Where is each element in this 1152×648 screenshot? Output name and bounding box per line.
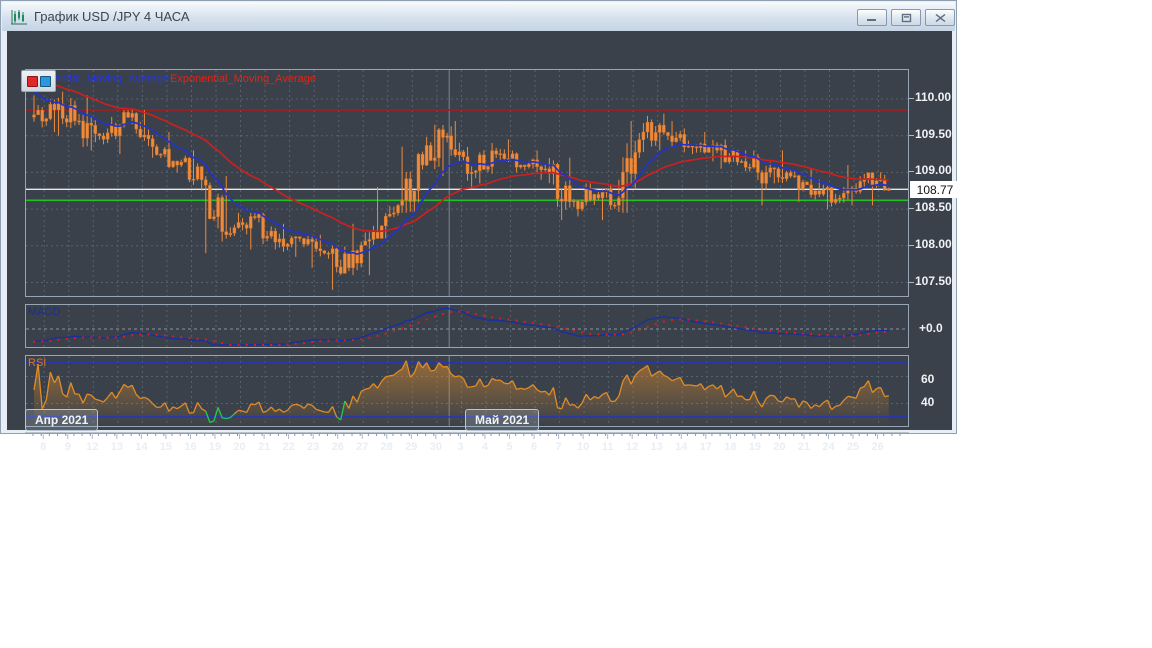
- date-label: 23: [307, 441, 320, 453]
- macd-signal-dots: [33, 310, 886, 346]
- date-label: 18: [724, 441, 737, 453]
- price-tick-label: 110.00: [915, 90, 952, 104]
- month-button-may[interactable]: Май 2021: [465, 409, 540, 431]
- legend-toolbar: [21, 70, 56, 92]
- price-tick-label: 109.50: [915, 126, 952, 141]
- price-tick: [909, 281, 914, 283]
- date-label: 8: [40, 441, 47, 453]
- date-label: 6: [530, 441, 538, 453]
- date-label: 29: [405, 441, 418, 453]
- current-price-tag: 108.77: [910, 181, 960, 198]
- date-label: 15: [159, 441, 173, 453]
- price-tick: [909, 244, 914, 246]
- date-label: 7: [555, 441, 562, 453]
- date-label: 25: [846, 441, 860, 453]
- date-label: 16: [184, 441, 197, 453]
- date-label: 17: [699, 441, 712, 453]
- date-label: 26: [871, 441, 884, 453]
- price-tick-label: 109.00: [915, 163, 952, 178]
- legend-ema-slow-label: Exponential_Moving_Average: [170, 73, 316, 85]
- price-chart-canvas: [26, 70, 908, 296]
- window-title: График USD /JPY 4 ЧАСА: [34, 9, 190, 24]
- date-label: 12: [86, 441, 99, 453]
- restore-icon: [901, 13, 911, 22]
- rsi-level-60: 60: [921, 372, 935, 386]
- date-label: 13: [110, 441, 123, 453]
- date-label: 13: [650, 441, 663, 453]
- date-label: 5: [506, 441, 513, 453]
- price-tick-label: 108.50: [915, 200, 952, 215]
- date-label: 28: [380, 441, 393, 453]
- date-label: 22: [282, 441, 295, 453]
- date-label: 21: [797, 441, 811, 453]
- desktop: { "window": { "title": "График USD /JPY …: [0, 0, 1152, 648]
- close-button[interactable]: [925, 9, 955, 26]
- date-label: 4: [481, 441, 488, 453]
- price-tick: [909, 208, 914, 210]
- date-label: 12: [626, 441, 639, 453]
- price-tick: [909, 134, 914, 136]
- price-tick-label: 107.50: [915, 273, 952, 288]
- minimize-icon: [867, 19, 876, 21]
- macd-canvas: [26, 305, 908, 347]
- date-label: 24: [822, 441, 835, 453]
- macd-pane-label: MACD: [28, 306, 61, 318]
- date-label: 21: [257, 441, 271, 453]
- minimize-button[interactable]: [857, 9, 887, 26]
- date-label: 30: [429, 441, 442, 453]
- ma-slow-color-button[interactable]: [26, 75, 38, 87]
- date-label: 27: [356, 441, 369, 453]
- date-label: 14: [675, 441, 688, 453]
- price-chart-pane[interactable]: [25, 69, 909, 297]
- chart-window: График USD /JPY 4 ЧАСА Exponential_Movin…: [0, 0, 960, 453]
- date-label: 19: [748, 441, 761, 453]
- date-label: 10: [576, 441, 590, 453]
- rsi-level-40: 40: [921, 395, 935, 409]
- price-tick-label: 108.00: [915, 236, 952, 251]
- macd-zero-label: +0.0: [919, 321, 943, 335]
- chart-area: Exponential_Moving_Average Exponential_M…: [7, 31, 960, 453]
- date-label: 20: [773, 441, 786, 453]
- rsi-pane-label: RSI: [28, 357, 47, 369]
- ma-fast-color-button[interactable]: [39, 75, 51, 87]
- window-titlebar[interactable]: График USD /JPY 4 ЧАСА: [2, 2, 955, 31]
- price-tick: [909, 98, 914, 99]
- date-label: 11: [601, 441, 614, 453]
- date-label: 26: [331, 441, 344, 453]
- date-label: 14: [135, 441, 148, 453]
- maximize-button[interactable]: [891, 9, 921, 26]
- close-icon: [935, 13, 945, 22]
- date-label: 19: [208, 441, 222, 453]
- date-label: 9: [64, 441, 71, 453]
- date-label: 20: [233, 441, 246, 453]
- date-label: 3: [457, 441, 464, 453]
- candlestick-chart-icon: [11, 9, 27, 24]
- month-button-april[interactable]: Апр 2021: [25, 409, 99, 431]
- macd-pane[interactable]: [25, 304, 909, 348]
- main-grid: [26, 70, 908, 296]
- price-tick: [909, 171, 914, 173]
